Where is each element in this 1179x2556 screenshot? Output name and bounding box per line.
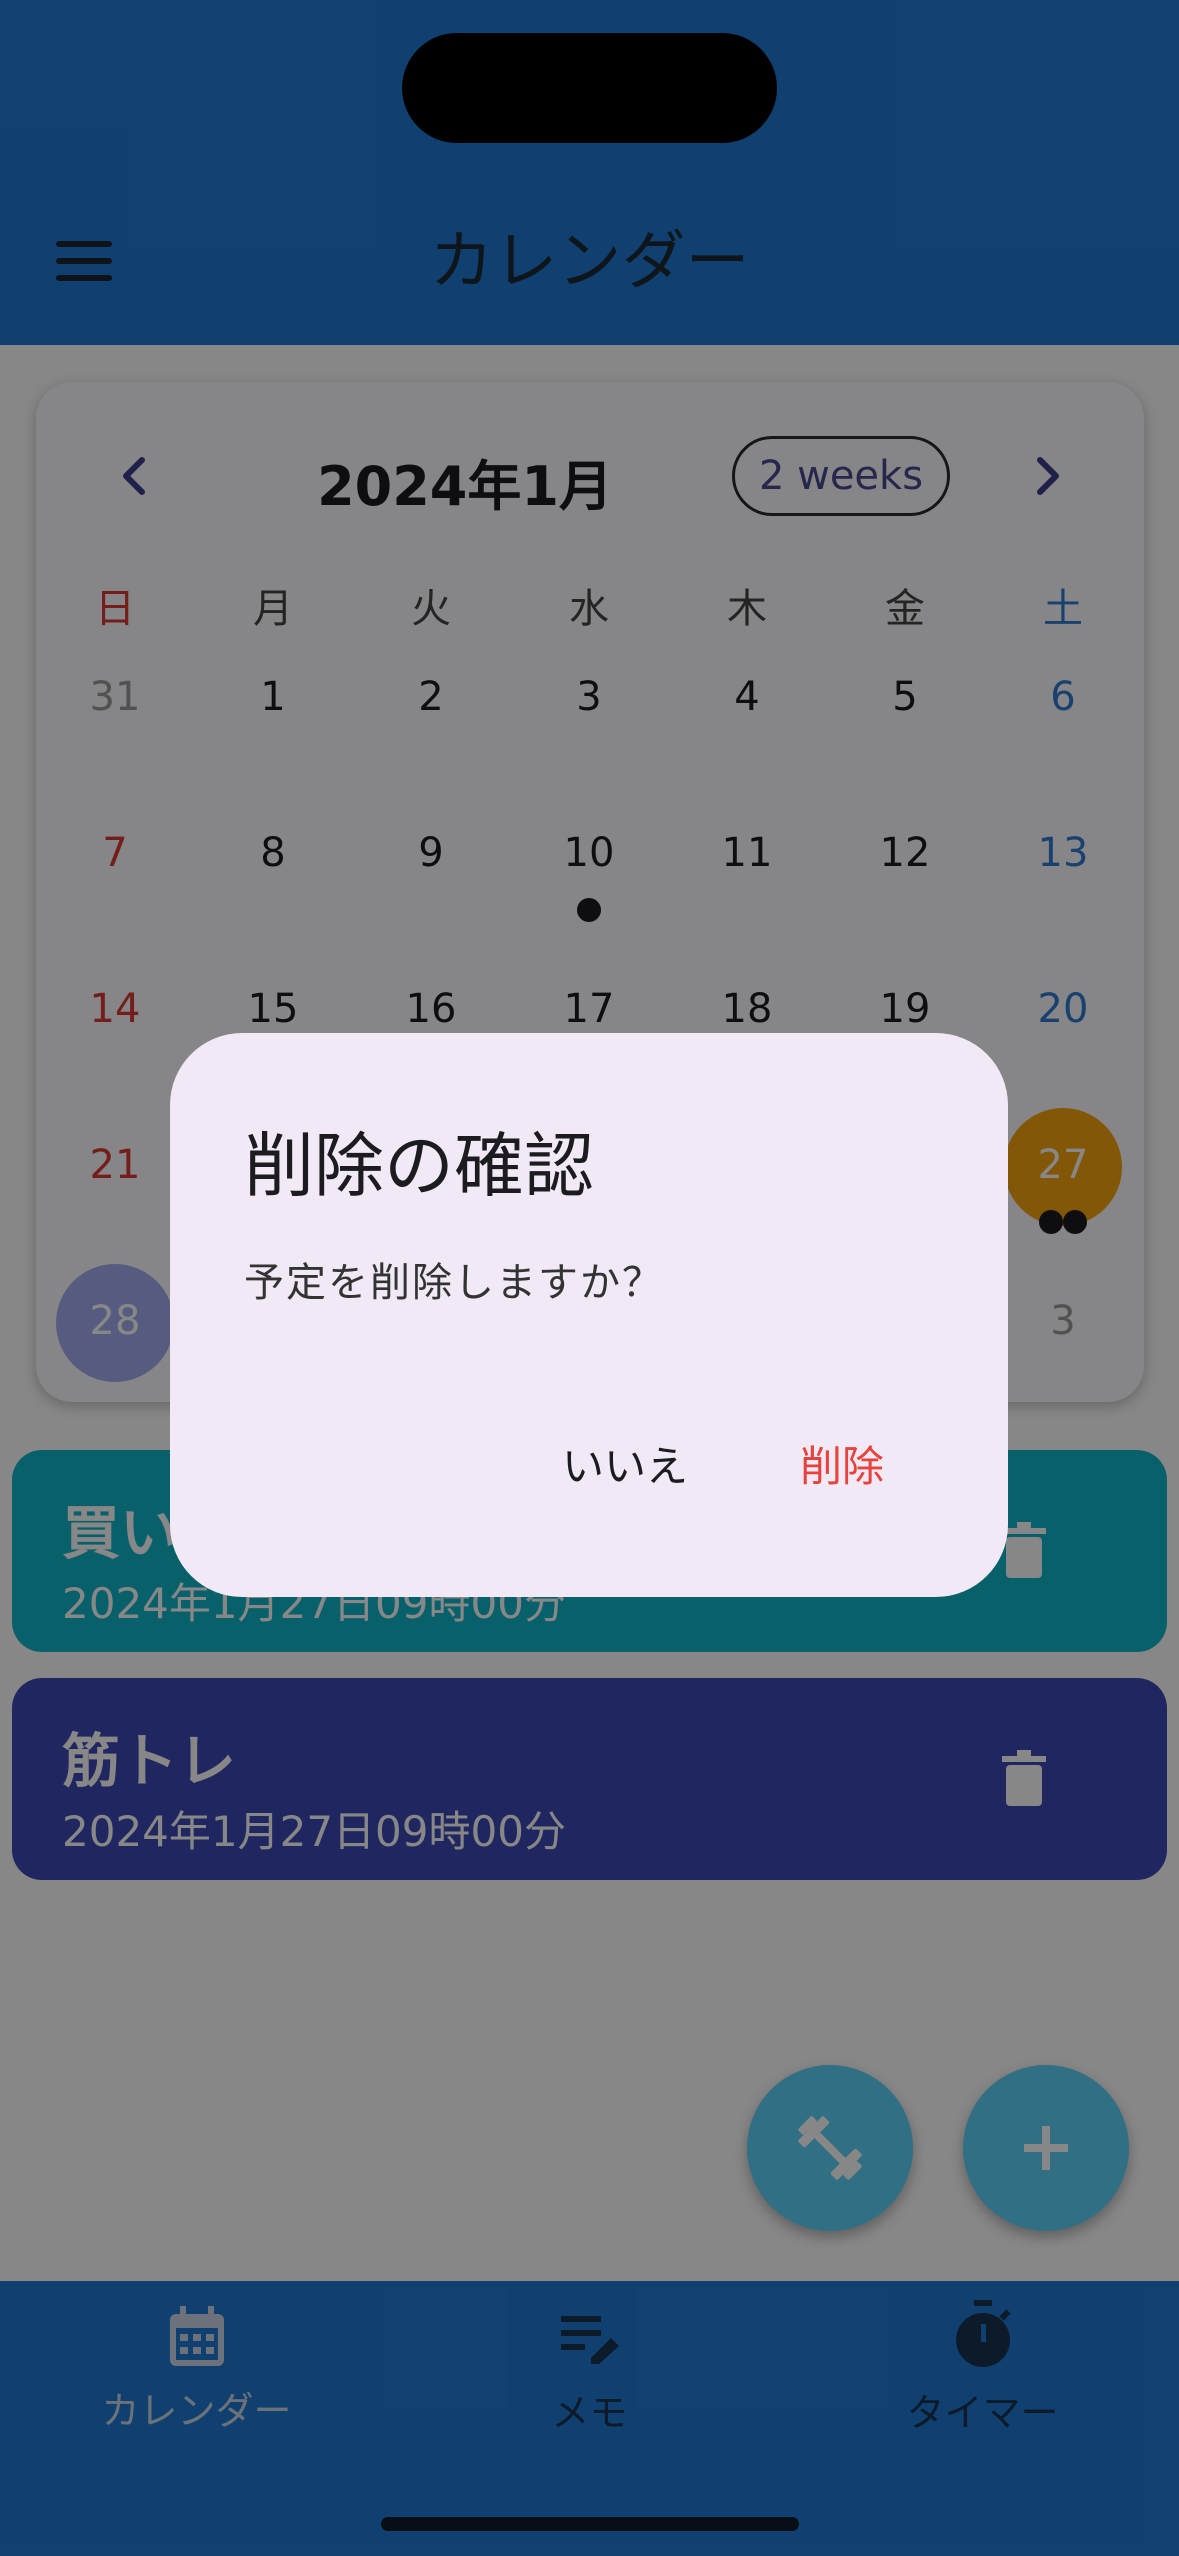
delete-confirm-button[interactable]: 削除 [784,1425,900,1502]
cancel-button[interactable]: いいえ [546,1425,704,1502]
dialog-title: 削除の確認 [244,1125,594,1207]
dialog-message: 予定を削除しますか？ [244,1260,664,1306]
